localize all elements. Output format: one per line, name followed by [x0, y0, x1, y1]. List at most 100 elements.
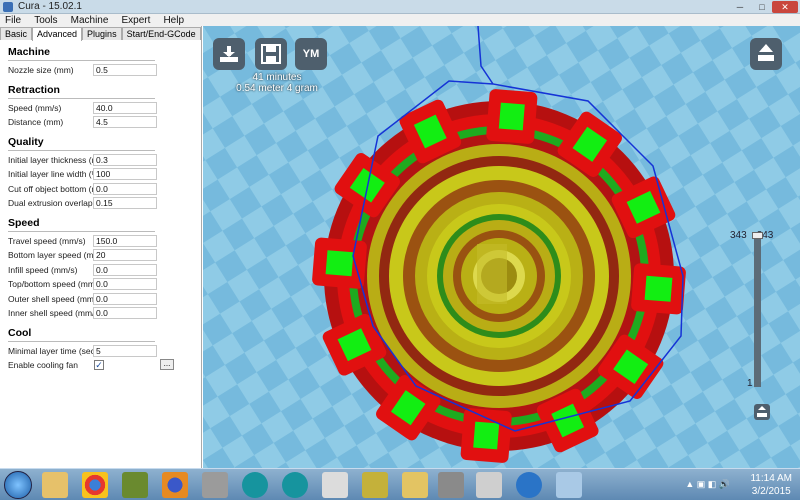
layer-bottom-readout: 1	[747, 378, 753, 389]
print-material: 0.54 meter 4 gram	[236, 83, 318, 94]
youmagine-button[interactable]: YM	[295, 38, 327, 70]
setting-row-minimal-layer-time: Minimal layer time (sec) 5	[0, 344, 201, 359]
arduino-icon[interactable]	[282, 472, 308, 498]
firefox-icon[interactable]	[162, 472, 188, 498]
layer-slider-handle[interactable]	[752, 232, 763, 239]
setting-label: Minimal layer time (sec)	[8, 345, 98, 356]
maximize-button[interactable]: □	[752, 1, 772, 13]
cura-app-icon	[3, 2, 13, 12]
setting-label: Enable cooling fan	[8, 360, 78, 370]
app-icon[interactable]	[122, 472, 148, 498]
top-bottom-speed-field[interactable]: 0.0	[93, 278, 157, 290]
cut-off-bottom-field[interactable]: 0.0	[93, 182, 157, 195]
arduino-icon[interactable]	[242, 472, 268, 498]
view-mode-icon	[758, 44, 774, 61]
app-icon[interactable]	[322, 472, 348, 498]
window-title-bar: Cura - 15.02.1 ─ □ ✕	[0, 0, 800, 14]
windows-taskbar: ▲ ▣ ◧ 🔊 11:14 AM 3/2/2015	[0, 468, 800, 500]
travel-speed-field[interactable]: 150.0	[93, 234, 157, 247]
app-icon[interactable]	[556, 472, 582, 498]
print-time: 41 minutes	[252, 72, 302, 83]
layer-view-toggle-button[interactable]	[754, 404, 770, 420]
setting-row-cooling-fan: Enable cooling fan ✓ ...	[0, 358, 201, 373]
setting-label: Distance (mm)	[8, 117, 64, 127]
setting-label: Infill speed (mm/s)	[8, 264, 78, 275]
menu-bar: File Tools Machine Expert Help	[0, 14, 800, 26]
setting-row-inner-shell-speed: Inner shell speed (mm/s) 0.0	[0, 306, 201, 321]
brim-tab	[460, 408, 512, 463]
view-mode-button[interactable]	[750, 38, 782, 70]
print-estimate: 41 minutes 0.54 meter 4 gram	[227, 72, 327, 94]
section-divider	[8, 340, 155, 342]
inner-shell-speed-field[interactable]: 0.0	[93, 307, 157, 319]
section-divider	[8, 149, 155, 151]
app-icon[interactable]	[438, 472, 464, 498]
load-model-button[interactable]	[213, 38, 245, 70]
setting-row-dual-extrusion-overlap: Dual extrusion overlap (mm) 0.15	[0, 196, 201, 211]
outer-shell-speed-field[interactable]: 0.0	[93, 292, 157, 305]
section-title-cool: Cool	[8, 326, 32, 339]
close-button[interactable]: ✕	[772, 1, 798, 13]
section-divider	[8, 97, 155, 99]
setting-label: Outer shell speed (mm/s)	[8, 293, 104, 304]
clock-date: 3/2/2015	[751, 486, 791, 497]
setting-label: Speed (mm/s)	[8, 102, 62, 113]
tab-plugins[interactable]: Plugins	[82, 27, 122, 40]
layer-view-viewport[interactable]: YM 41 minutes 0.54 meter 4 gram 343 343 1	[203, 26, 800, 468]
minimize-button[interactable]: ─	[730, 1, 750, 13]
clock-time: 11:14 AM	[750, 473, 792, 484]
setting-row-top-bottom-speed: Top/bottom speed (mm/s) 0.0	[0, 277, 201, 292]
brim-tab	[631, 263, 686, 315]
tab-start-end-gcode[interactable]: Start/End-GCode	[121, 27, 201, 40]
taskbar-clock[interactable]: 11:14 AM 3/2/2015	[750, 472, 792, 498]
retraction-speed-field[interactable]: 40.0	[93, 101, 157, 114]
minimal-layer-time-field[interactable]: 5	[93, 344, 157, 357]
setting-row-travel-speed: Travel speed (mm/s) 150.0	[0, 234, 201, 249]
section-title-machine: Machine	[8, 46, 51, 58]
cooling-fan-checkbox[interactable]: ✓	[94, 360, 104, 370]
bottom-layer-speed-field[interactable]: 20	[93, 249, 157, 261]
setting-row-cut-off-bottom: Cut off object bottom (mm) 0.0	[0, 182, 201, 197]
nozzle-size-field[interactable]: 0.5	[93, 64, 157, 76]
app-icon[interactable]	[362, 472, 388, 498]
tab-advanced[interactable]: Advanced	[32, 27, 83, 41]
brim-tab	[486, 89, 538, 144]
system-tray[interactable]: ▲ ▣ ◧ 🔊	[685, 479, 730, 490]
save-disk-icon	[261, 44, 281, 64]
setting-row-retraction-speed: Speed (mm/s) 40.0	[0, 101, 201, 116]
tab-basic[interactable]: Basic	[0, 27, 33, 40]
initial-layer-line-width-field[interactable]: 100	[93, 168, 157, 180]
layer-top-left-value: 343	[730, 230, 747, 241]
layer-slider-track[interactable]	[754, 237, 761, 387]
setting-label: Top/bottom speed (mm/s)	[8, 279, 105, 289]
setting-row-initial-layer-thickness: Initial layer thickness (mm) 0.3	[0, 153, 201, 168]
cura-icon[interactable]	[516, 472, 542, 498]
section-divider	[8, 60, 155, 61]
dual-extrusion-overlap-field[interactable]: 0.15	[93, 197, 157, 209]
start-button[interactable]	[4, 471, 32, 499]
app-icon[interactable]	[202, 472, 228, 498]
setting-row-retraction-distance: Distance (mm) 4.5	[0, 115, 201, 130]
print-model	[324, 101, 674, 451]
save-toolpath-button[interactable]	[255, 38, 287, 70]
app-icon[interactable]	[476, 472, 502, 498]
setting-row-outer-shell-speed: Outer shell speed (mm/s) 0.0	[0, 292, 201, 307]
setting-row-initial-layer-line-width: Initial layer line width (%) 100	[0, 167, 201, 182]
retraction-distance-field[interactable]: 4.5	[93, 116, 157, 128]
setting-row-nozzle-size: Nozzle size (mm) 0.5	[0, 63, 201, 78]
infill-speed-field[interactable]: 0.0	[93, 263, 157, 276]
setting-row-infill-speed: Infill speed (mm/s) 0.0	[0, 263, 201, 278]
section-divider	[8, 230, 155, 232]
load-model-icon	[220, 46, 238, 62]
app-icon[interactable]	[402, 472, 428, 498]
windows-explorer-icon[interactable]	[42, 472, 68, 498]
settings-panel: Basic Advanced Plugins Start/End-GCode Mach…	[0, 26, 202, 468]
section-title-speed: Speed	[8, 216, 40, 229]
section-title-quality: Quality	[8, 135, 44, 148]
initial-layer-thickness-field[interactable]: 0.3	[93, 153, 157, 166]
chrome-icon[interactable]	[82, 472, 108, 498]
section-title-retraction: Retraction	[8, 83, 60, 96]
cooling-fan-settings-button[interactable]: ...	[160, 359, 174, 370]
setting-label: Travel speed (mm/s)	[8, 235, 86, 246]
brim-tab	[312, 237, 367, 289]
